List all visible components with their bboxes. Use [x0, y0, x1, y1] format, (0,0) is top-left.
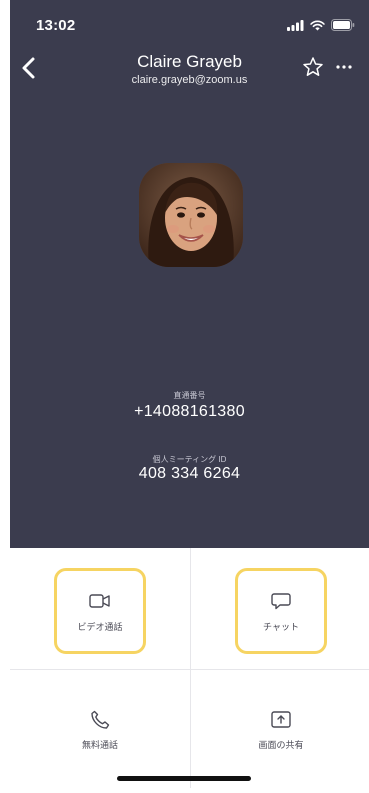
- avatar-photo: [139, 163, 243, 267]
- direct-number-label: 直通番号: [173, 391, 206, 400]
- contact-header: Claire Grayeb claire.grayeb@zoom.us: [10, 44, 369, 94]
- video-call-button[interactable]: ビデオ通話: [10, 548, 190, 669]
- share-screen-label: 画面の共有: [258, 740, 304, 750]
- video-call-label: ビデオ通話: [77, 622, 123, 632]
- star-icon[interactable]: [302, 56, 324, 78]
- status-icons: [287, 19, 355, 31]
- phone-screen: 13:02 Claire Grayeb claire.grayeb@zoom.u…: [0, 0, 369, 793]
- free-call-button[interactable]: 無料通話: [10, 670, 190, 791]
- home-indicator[interactable]: [117, 776, 251, 781]
- battery-icon: [331, 19, 355, 31]
- more-icon[interactable]: [334, 58, 354, 76]
- chat-button[interactable]: チャット: [191, 548, 369, 669]
- share-screen-icon: [271, 711, 291, 728]
- chat-bubble-icon: [271, 593, 291, 610]
- pmi-label: 個人ミーティング ID: [152, 455, 227, 464]
- signal-icon: [287, 19, 304, 31]
- phone-icon: [91, 710, 110, 729]
- contact-profile: 13:02 Claire Grayeb claire.grayeb@zoom.u…: [10, 0, 369, 793]
- free-call-label: 無料通話: [81, 740, 118, 750]
- direct-number-value[interactable]: +14088161380: [10, 403, 369, 421]
- chat-label: チャット: [263, 622, 299, 632]
- highlight-chat: [235, 568, 327, 654]
- video-camera-icon: [89, 594, 110, 608]
- action-grid: ビデオ通話 チャット 無料通話 画面の共有: [10, 548, 369, 793]
- pmi-value[interactable]: 408 334 6264: [10, 465, 369, 483]
- highlight-video-call: [54, 568, 146, 654]
- wifi-icon: [310, 20, 325, 30]
- status-bar: 13:02: [10, 0, 369, 44]
- avatar: [139, 163, 243, 267]
- status-time: 13:02: [36, 17, 76, 34]
- share-screen-button[interactable]: 画面の共有: [191, 670, 369, 791]
- profile-header-panel: 13:02 Claire Grayeb claire.grayeb@zoom.u…: [10, 0, 369, 548]
